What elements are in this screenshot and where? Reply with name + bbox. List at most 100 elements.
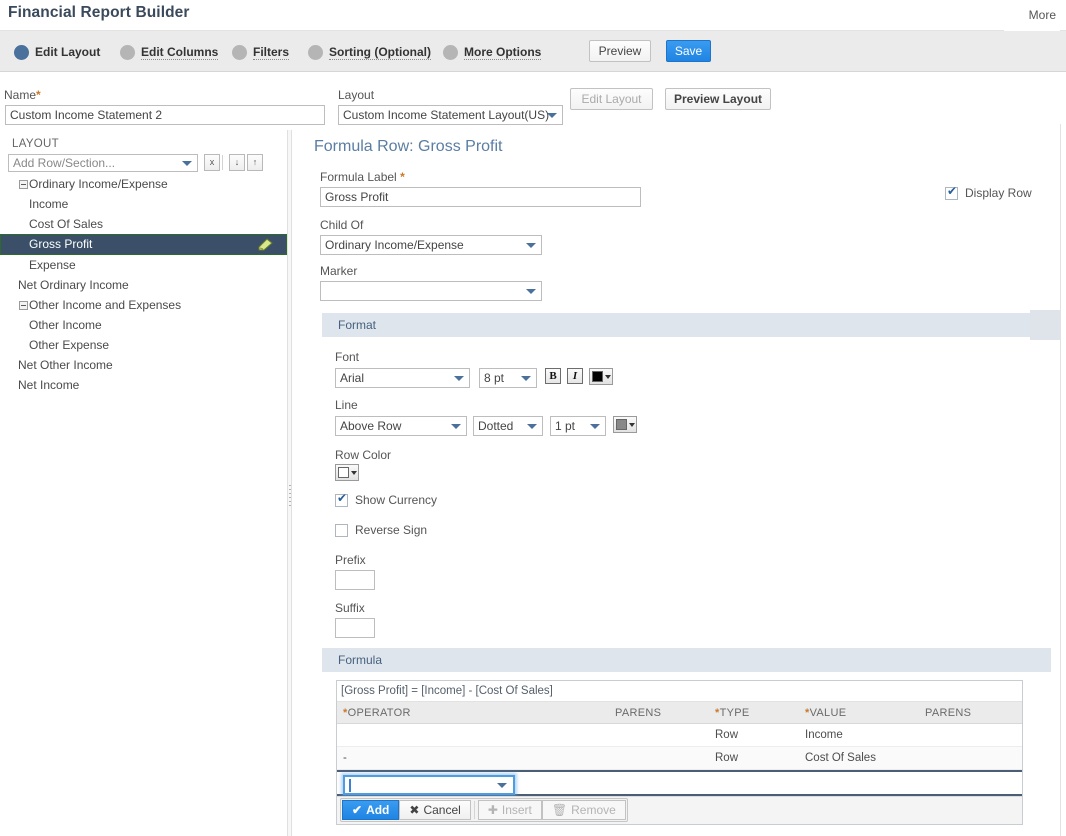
collapse-toggle-icon[interactable] [19,180,28,189]
step-edit-columns[interactable]: Edit Columns [120,42,219,62]
step-label: Filters [253,44,290,60]
line-color-button[interactable] [613,416,637,433]
formula-cell [337,724,615,746]
tree-item[interactable]: Net Other Income [0,355,287,375]
chevron-down-icon [351,470,357,475]
step-dot-icon [120,44,135,60]
preview-button[interactable]: Preview [589,40,651,62]
font-size-select[interactable]: 8 pt [479,368,537,388]
chevron-down-icon [451,424,461,429]
display-row-label: Display Row [965,186,1032,200]
italic-button[interactable]: I [567,368,583,384]
report-name-input[interactable] [5,105,325,125]
show-currency-checkbox[interactable] [335,492,348,507]
page-title: Financial Report Builder [8,4,190,21]
formula-section-header: Formula [322,648,1051,672]
step-dot-icon [443,44,458,60]
formula-cell [925,747,1020,769]
display-row-checkbox-group[interactable]: Display Row [945,185,1032,200]
tree-item[interactable]: Net Income [0,375,287,395]
delete-row-button[interactable]: x [204,154,220,171]
layout-select[interactable]: Custom Income Statement Layout(US) [338,105,563,125]
font-color-button[interactable] [589,368,613,385]
tree-item[interactable]: Other Income and Expenses [0,295,287,315]
tree-item[interactable]: Cost Of Sales [0,214,287,234]
edit-layout-button[interactable]: Edit Layout [570,88,653,110]
formula-cell: Row [715,729,739,741]
line-width-select[interactable]: 1 pt [550,416,606,436]
financial-report-builder-page: Financial Report Builder More Edit Layou… [0,0,1066,836]
prefix-input[interactable] [335,570,375,590]
child-of-value: Ordinary Income/Expense [325,238,464,252]
formula-label-input[interactable] [320,187,641,207]
child-of-select[interactable]: Ordinary Income/Expense [320,235,542,255]
page-right-rule [1060,124,1061,836]
layout-field-label: Layout [338,88,375,102]
cancel-formula-row-button[interactable]: ✖ Cancel [399,800,471,820]
more-menu-link[interactable]: More [1029,8,1056,22]
formula-table-row[interactable]: - Row Cost Of Sales [337,747,1022,770]
step-label: Edit Columns [141,44,219,60]
formula-cell: Row [715,752,739,764]
formula-table-row[interactable]: Row Income [337,724,1022,747]
insert-formula-row-button[interactable]: ✚ Insert [477,800,542,820]
row-detail-panel: Formula Row: Gross Profit Formula Label … [293,130,1061,836]
chevron-down-icon [454,376,464,381]
formula-cell [615,724,715,746]
move-down-button[interactable]: ↓ [229,154,245,171]
add-row-section-select[interactable]: Add Row/Section... [8,154,198,172]
remove-formula-row-button[interactable]: 🗑 Remove [541,800,626,820]
preview-layout-button[interactable]: Preview Layout [665,88,771,110]
formula-table-header: *OPERATOR PARENS *TYPE *VALUE PARENS [337,702,1022,724]
chevron-down-icon [521,376,531,381]
tree-item[interactable]: Other Expense [0,335,287,355]
chevron-down-icon [547,113,557,118]
font-label: Font [335,350,360,364]
tree-item[interactable]: Expense [0,255,287,275]
formula-edit-row [337,770,1022,796]
step-label: Edit Layout [35,45,101,59]
panel-splitter[interactable] [288,130,292,836]
font-family-select[interactable]: Arial [335,368,470,388]
tree-item[interactable]: Income [0,194,287,214]
suffix-input[interactable] [335,618,375,638]
tree-item[interactable]: Ordinary Income/Expense [0,174,287,194]
show-currency-checkbox-group[interactable]: Show Currency [335,492,437,507]
save-button[interactable]: Save [666,40,711,62]
tree-item[interactable]: Other Income [0,315,287,335]
step-label: More Options [464,44,542,60]
formula-cell: Cost Of Sales [805,752,876,764]
formula-cell: Income [805,729,843,741]
formula-actions-group: ✔ Add ✖ Cancel ✚ Insert 🗑 Remove [340,798,628,822]
chevron-down-icon [182,161,192,166]
row-color-button[interactable] [335,464,359,481]
step-more-options[interactable]: More Options [443,42,542,62]
format-section-header: Format [322,313,1051,337]
operator-edit-select[interactable] [343,775,515,795]
reverse-sign-checkbox[interactable] [335,523,348,537]
move-up-button[interactable]: ↑ [247,154,263,171]
line-position-select[interactable]: Above Row [335,416,467,436]
formula-label-field-label: Formula Label * [320,170,405,184]
display-row-checkbox[interactable] [945,185,958,200]
line-style-select[interactable]: Dotted [473,416,543,436]
tree-item-selected[interactable]: Gross Profit [0,234,287,255]
pencil-icon[interactable] [258,238,274,251]
layout-panel-caption: LAYOUT [12,138,59,150]
tree-item[interactable]: Net Ordinary Income [0,275,287,295]
step-edit-layout[interactable]: Edit Layout [14,42,100,62]
step-sorting[interactable]: Sorting (Optional) [308,42,431,62]
marker-label: Marker [320,264,358,278]
cancel-label: Cancel [423,803,461,817]
chevron-down-icon [629,422,635,427]
collapse-toggle-icon[interactable] [19,301,28,310]
toolbar-divider [222,155,223,170]
line-style-value: Dotted [478,419,514,433]
reverse-sign-checkbox-group[interactable]: Reverse Sign [335,523,427,537]
step-filters[interactable]: Filters [232,42,290,62]
add-formula-row-button[interactable]: ✔ Add [342,800,400,820]
scroll-region-block [1030,310,1060,340]
bold-button[interactable]: B [545,368,561,384]
marker-select[interactable] [320,281,542,301]
font-family-value: Arial [340,371,365,385]
